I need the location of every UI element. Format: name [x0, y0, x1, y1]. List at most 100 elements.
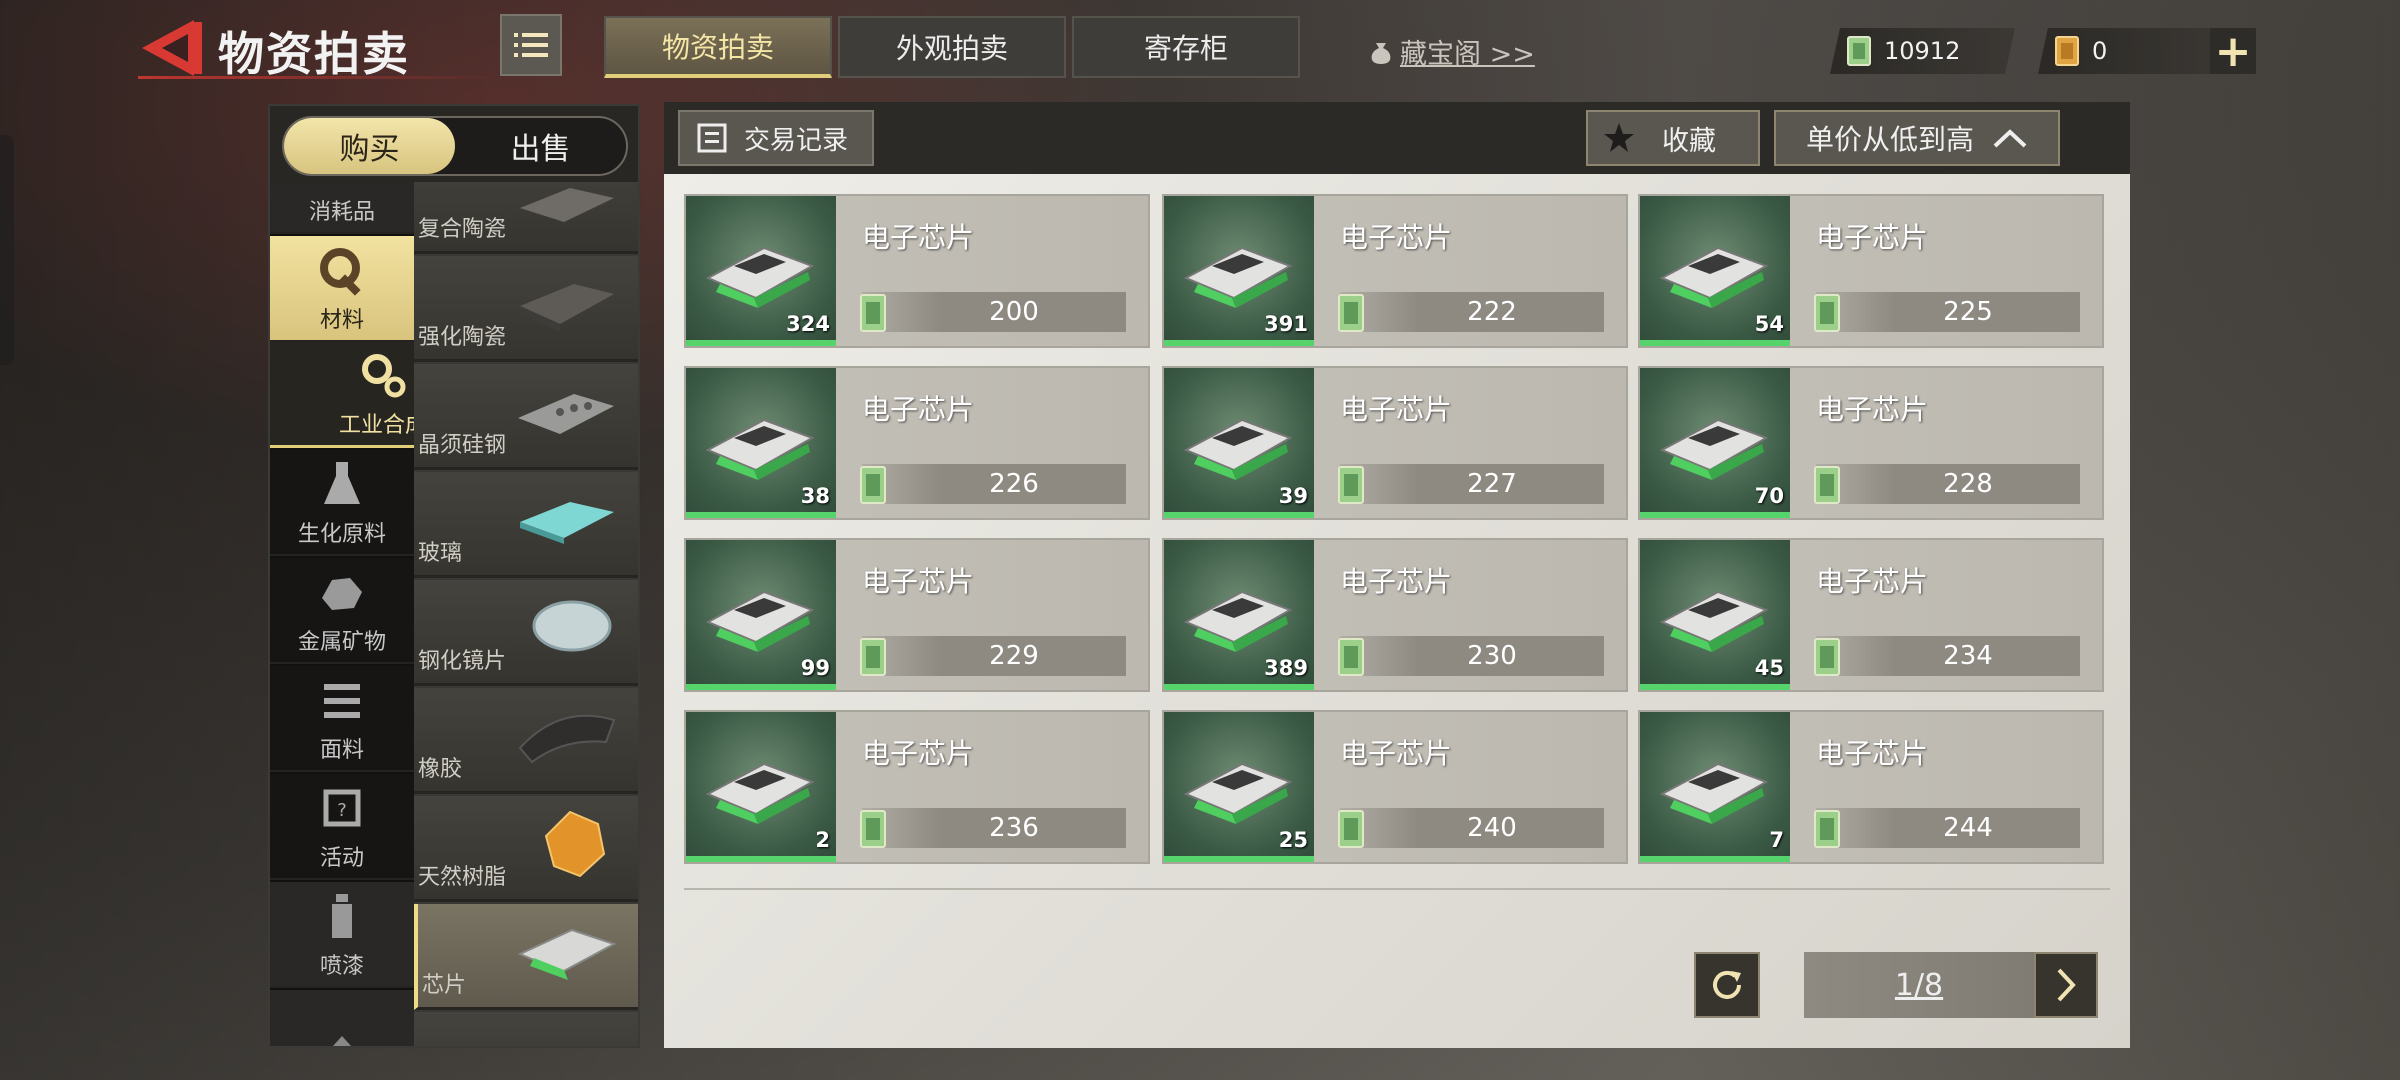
item-thumbnail: 7	[1640, 712, 1790, 862]
item-price: 222	[1467, 297, 1517, 327]
item-thumbnail: 391	[1164, 196, 1314, 346]
item-thumbnail: 25	[1164, 712, 1314, 862]
category-item-fabric[interactable]: 面料	[270, 666, 414, 772]
ledger-icon	[697, 123, 727, 153]
trade-record-button[interactable]: 交易记录	[678, 110, 874, 166]
tab-appearance-auction[interactable]: 外观拍卖	[838, 16, 1066, 78]
next-page-button[interactable]	[2034, 952, 2098, 1018]
spray-can-icon	[332, 894, 352, 938]
sell-toggle[interactable]: 出售	[455, 118, 626, 174]
subcategory-label: 橡胶	[418, 757, 463, 782]
item-card[interactable]: 391 电子芯片 222	[1162, 194, 1628, 348]
sort-dropdown[interactable]: 单价从低到高	[1774, 110, 2060, 166]
item-price-bar: 244	[1816, 808, 2080, 848]
item-card[interactable]: 7 电子芯片 244	[1638, 710, 2104, 864]
chip-icon	[1183, 590, 1293, 652]
cash-icon	[860, 466, 886, 504]
chevron-up-icon	[1993, 129, 2027, 148]
subcategory-item-composite-ceramic[interactable]: 复合陶瓷	[414, 182, 638, 254]
category-label: 消耗品	[308, 200, 375, 225]
item-card[interactable]: 25 电子芯片 240	[1162, 710, 1628, 864]
category-label: 材料	[319, 308, 364, 333]
category-item-biochem[interactable]: 生化原料	[270, 450, 414, 556]
item-price-bar: 226	[862, 464, 1126, 504]
item-price-bar: 225	[1816, 292, 2080, 332]
category-item-consumables[interactable]: 消耗品	[270, 182, 414, 234]
item-card[interactable]: 389 电子芯片 230	[1162, 538, 1628, 692]
cash-icon	[1338, 638, 1364, 676]
refresh-icon	[1713, 970, 1741, 999]
item-quantity: 70	[1754, 484, 1784, 508]
item-price: 240	[1467, 813, 1517, 843]
chip-icon	[1659, 418, 1769, 480]
subcategory-item-natural-resin[interactable]: 天然树脂	[414, 796, 638, 902]
item-card[interactable]: 99 电子芯片 229	[684, 538, 1150, 692]
subcategory-item-reinforced-ceramic[interactable]: 强化陶瓷	[414, 256, 638, 362]
subcategory-item-rubber[interactable]: 橡胶	[414, 688, 638, 794]
subcategory-item-glass[interactable]: 玻璃	[414, 472, 638, 578]
item-price-bar: 200	[862, 292, 1126, 332]
chip-icon	[1659, 590, 1769, 652]
item-card[interactable]: 324 电子芯片 200	[684, 194, 1150, 348]
category-item-metal-ore[interactable]: 金属矿物	[270, 558, 414, 664]
item-price: 229	[989, 641, 1039, 671]
chip-icon	[1183, 246, 1293, 308]
listing-toolbar: 交易记录 收藏 单价从低到高	[664, 102, 2130, 174]
item-card[interactable]: 38 电子芯片 226	[684, 366, 1150, 520]
refresh-button[interactable]	[1694, 952, 1760, 1018]
item-name: 电子芯片	[1816, 393, 1929, 426]
item-card[interactable]: 2 电子芯片 236	[684, 710, 1150, 864]
item-card[interactable]: 70 电子芯片 228	[1638, 366, 2104, 520]
subcategory-item-chip[interactable]: 芯片	[414, 904, 638, 1010]
diamond-icon	[333, 1036, 351, 1046]
item-name: 电子芯片	[862, 393, 975, 426]
item-quantity: 324	[786, 312, 830, 336]
subcategory-item-tempered-lens[interactable]: 钢化镜片	[414, 580, 638, 686]
chip-icon	[1183, 762, 1293, 824]
subcategory-item-whisker-steel[interactable]: 晶须硅钢	[414, 364, 638, 470]
category-item-spray[interactable]: 喷漆	[270, 882, 414, 988]
side-drawer-handle[interactable]	[0, 135, 14, 365]
money-bag-icon	[1371, 42, 1391, 64]
trade-record-label: 交易记录	[744, 125, 849, 156]
favorites-button[interactable]: 收藏	[1586, 110, 1760, 166]
cash-icon	[1814, 810, 1840, 848]
tab-storage-locker[interactable]: 寄存柜	[1072, 16, 1300, 78]
category-label: 金属矿物	[297, 630, 386, 655]
chip-icon	[1659, 762, 1769, 824]
item-price-bar: 230	[1340, 636, 1604, 676]
item-card[interactable]: 54 电子芯片 225	[1638, 194, 2104, 348]
cash-icon	[1814, 294, 1840, 332]
add-currency-button[interactable]: +	[2210, 26, 2256, 77]
item-quantity: 7	[1769, 828, 1784, 852]
chip-icon	[705, 762, 815, 824]
category-item-more[interactable]	[270, 990, 414, 1046]
menu-button[interactable]	[500, 14, 562, 76]
treasure-pavilion-link[interactable]: 藏宝阁 >>	[1368, 32, 1535, 71]
subcategory-item-next[interactable]	[414, 1012, 638, 1046]
tab-material-auction[interactable]: 物资拍卖	[604, 16, 832, 78]
subcategory-label: 天然树脂	[418, 865, 507, 890]
item-quantity: 2	[815, 828, 830, 852]
category-item-industrial[interactable]: 工业合成	[270, 342, 414, 448]
category-item-materials[interactable]: 材料	[270, 236, 414, 342]
cash-value: 10912	[1884, 37, 1961, 65]
back-arrow-icon[interactable]	[138, 16, 208, 80]
item-thumbnail: 2	[686, 712, 836, 862]
item-price: 244	[1943, 813, 1993, 843]
cash-icon	[860, 638, 886, 676]
title-underline	[138, 76, 498, 79]
category-label: 喷漆	[319, 954, 364, 979]
item-name: 电子芯片	[1816, 737, 1929, 770]
subcategory-label: 玻璃	[418, 541, 463, 566]
item-quantity: 99	[800, 656, 830, 680]
item-quantity: 39	[1278, 484, 1308, 508]
item-card[interactable]: 45 电子芯片 234	[1638, 538, 2104, 692]
category-item-event[interactable]: ? 活动	[270, 774, 414, 880]
buy-toggle[interactable]: 购买	[284, 118, 455, 174]
item-price-bar: 240	[1340, 808, 1604, 848]
ceramic-block-icon	[520, 284, 614, 332]
item-thumbnail: 99	[686, 540, 836, 690]
box-icon	[314, 182, 370, 190]
item-card[interactable]: 39 电子芯片 227	[1162, 366, 1628, 520]
